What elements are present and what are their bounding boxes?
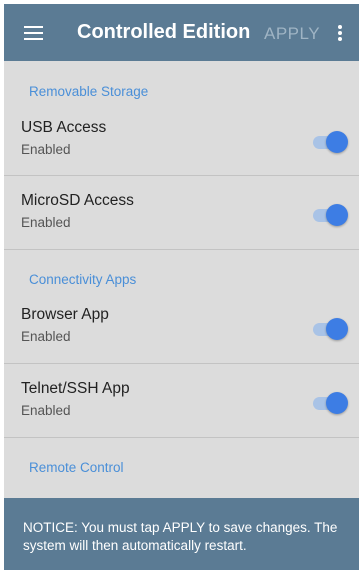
hamburger-menu-icon[interactable] xyxy=(24,26,43,40)
divider xyxy=(4,437,359,438)
notice-text: NOTICE: You must tap APPLY to save chang… xyxy=(23,520,338,553)
setting-status: Enabled xyxy=(21,403,71,418)
setting-row-browser-app[interactable]: Browser App Enabled xyxy=(4,294,359,367)
microsd-access-toggle[interactable] xyxy=(313,204,348,226)
toggle-thumb xyxy=(326,392,348,414)
setting-name: MicroSD Access xyxy=(21,192,134,209)
section-header-connectivity-apps: Connectivity Apps xyxy=(29,272,137,287)
setting-name: Telnet/SSH App xyxy=(21,380,130,397)
setting-status: Enabled xyxy=(21,215,71,230)
settings-screen: Controlled Edition APPLY Removable Stora… xyxy=(4,4,359,570)
setting-row-usb-access[interactable]: USB Access Enabled xyxy=(4,107,359,180)
divider xyxy=(4,363,359,364)
divider xyxy=(4,249,359,250)
section-header-removable-storage: Removable Storage xyxy=(29,84,149,99)
setting-name: USB Access xyxy=(21,119,107,136)
section-header-remote-control: Remote Control xyxy=(29,460,124,475)
divider xyxy=(4,175,359,176)
toggle-thumb xyxy=(326,318,348,340)
notice-banner: NOTICE: You must tap APPLY to save chang… xyxy=(4,498,359,570)
usb-access-toggle[interactable] xyxy=(313,131,348,153)
toggle-thumb xyxy=(326,204,348,226)
setting-name: Browser App xyxy=(21,306,109,323)
page-title: Controlled Edition xyxy=(77,21,251,43)
setting-status: Enabled xyxy=(21,142,71,157)
setting-status: Enabled xyxy=(21,329,71,344)
setting-row-microsd-access[interactable]: MicroSD Access Enabled xyxy=(4,180,359,253)
toggle-thumb xyxy=(326,131,348,153)
more-vert-icon[interactable] xyxy=(338,25,342,41)
setting-row-telnet-ssh-app[interactable]: Telnet/SSH App Enabled xyxy=(4,368,359,441)
app-bar: Controlled Edition APPLY xyxy=(4,4,359,61)
browser-app-toggle[interactable] xyxy=(313,318,348,340)
telnet-ssh-app-toggle[interactable] xyxy=(313,392,348,414)
apply-button[interactable]: APPLY xyxy=(264,24,320,44)
